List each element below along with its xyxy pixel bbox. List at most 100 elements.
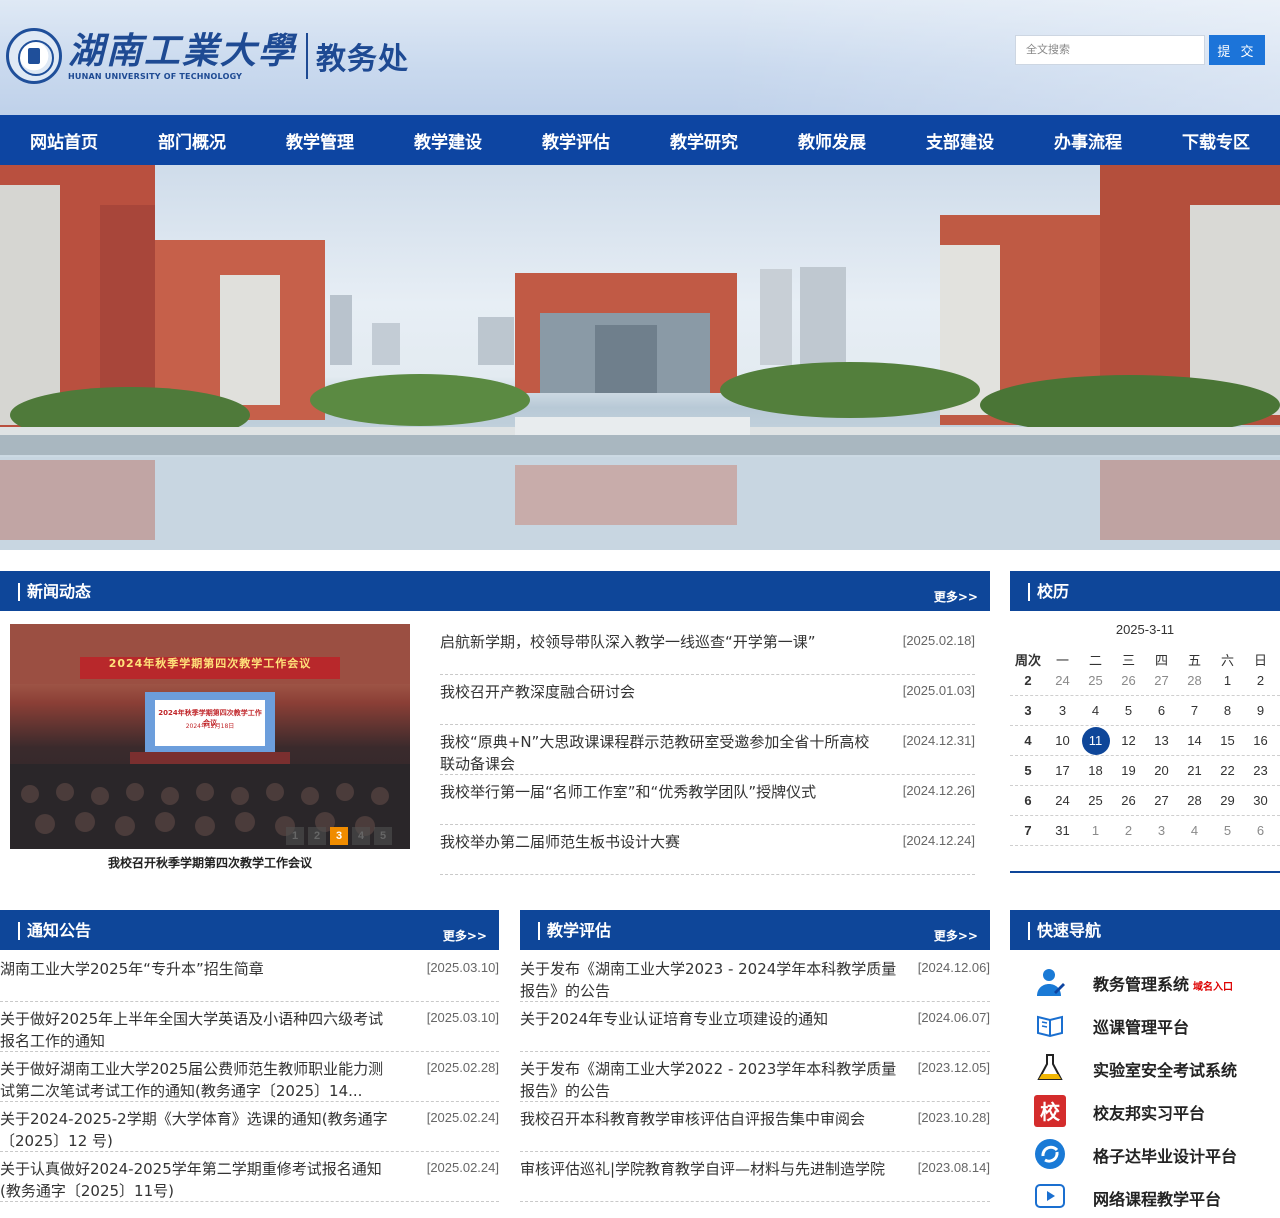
calendar-day[interactable]: 24 (1046, 666, 1079, 696)
evaluation-more-link[interactable]: 更多>> (934, 927, 978, 944)
list-item-title[interactable]: 启航新学期，校领导带队深入教学一线巡查“开学第一课” (440, 631, 880, 653)
calendar-day[interactable]: 5 (1112, 696, 1145, 726)
list-item[interactable]: 我校召开产教深度融合研讨会 [2025.01.03] (440, 675, 975, 725)
calendar-day[interactable]: 12 (1112, 726, 1145, 756)
list-item[interactable]: 我校召开本科教育教学审核评估自评报告集中审阅会 [2023.10.28] (520, 1102, 990, 1152)
slider-page-dot[interactable]: 2 (308, 827, 326, 845)
list-item-title[interactable]: 关于2024-2025-2学期《大学体育》选课的通知(教务通字〔2025〕12 … (0, 1108, 395, 1152)
nav-item[interactable]: 教学管理 (256, 115, 384, 165)
search-input[interactable] (1015, 35, 1205, 65)
list-item-title[interactable]: 关于做好湖南工业大学2025届公费师范生教师职业能力测试第二次笔试考试工作的通知… (0, 1058, 395, 1102)
nav-item[interactable]: 教学研究 (640, 115, 768, 165)
quicknav-label[interactable]: 网络课程教学平台 (1093, 1186, 1221, 1210)
list-item[interactable]: 关于做好2025年上半年全国大学英语及小语种四六级考试报名工作的通知 [2025.… (0, 1002, 499, 1052)
list-item[interactable]: 启航新学期，校领导带队深入教学一线巡查“开学第一课” [2025.02.18] (440, 625, 975, 675)
calendar-day[interactable]: 10 (1046, 726, 1079, 756)
list-item[interactable]: 我校举办第二届师范生板书设计大赛 [2024.12.24] (440, 825, 975, 875)
calendar-day[interactable]: 19 (1112, 756, 1145, 786)
notices-more-link[interactable]: 更多>> (443, 927, 487, 944)
calendar-day[interactable]: 2 (1112, 816, 1145, 846)
quicknav-label[interactable]: 巡课管理平台 (1093, 1014, 1189, 1038)
list-item-title[interactable]: 我校召开本科教育教学审核评估自评报告集中审阅会 (520, 1108, 900, 1130)
nav-item[interactable]: 教学建设 (384, 115, 512, 165)
calendar-day[interactable]: 1 (1211, 666, 1244, 696)
calendar-day[interactable]: 26 (1112, 666, 1145, 696)
quicknav-item[interactable]: 教务管理系统 域名入口 (1010, 960, 1280, 1003)
quicknav-label[interactable]: 校友邦实习平台 (1093, 1100, 1205, 1124)
list-item[interactable]: 我校“原典+N”大思政课课程群示范教研室受邀参加全省十所高校联动备课会 [2024… (440, 725, 975, 775)
calendar-day[interactable]: 28 (1178, 666, 1211, 696)
calendar-day[interactable]: 26 (1112, 786, 1145, 816)
quicknav-domain-tag[interactable]: 域名入口 (1193, 982, 1233, 993)
slider-page-dot[interactable]: 3 (330, 827, 348, 845)
nav-item[interactable]: 支部建设 (896, 115, 1024, 165)
list-item[interactable]: 我校举行第一届“名师工作室”和“优秀教学团队”授牌仪式 [2024.12.26] (440, 775, 975, 825)
quicknav-label[interactable]: 教务管理系统 域名入口 (1093, 971, 1233, 995)
list-item[interactable]: 关于2024-2025-2学期《大学体育》选课的通知(教务通字〔2025〕12 … (0, 1102, 499, 1152)
calendar-day[interactable]: 25 (1079, 666, 1112, 696)
nav-item[interactable]: 网站首页 (0, 115, 128, 165)
nav-item[interactable]: 下载专区 (1152, 115, 1280, 165)
calendar-day[interactable]: 16 (1244, 726, 1277, 756)
slider-page-dot[interactable]: 1 (286, 827, 304, 845)
list-item[interactable]: 关于发布《湖南工业大学2022 - 2023学年本科教学质量报告》的公告 [202… (520, 1052, 990, 1102)
quicknav-item[interactable]: 巡课管理平台 (1010, 1003, 1280, 1046)
quicknav-item[interactable]: 校 校友邦实习平台 (1010, 1089, 1280, 1132)
calendar-day[interactable]: 7 (1178, 696, 1211, 726)
calendar-day[interactable]: 3 (1145, 816, 1178, 846)
calendar-day[interactable]: 13 (1145, 726, 1178, 756)
nav-item[interactable]: 教学评估 (512, 115, 640, 165)
calendar-day[interactable]: 31 (1046, 816, 1079, 846)
quicknav-item[interactable]: 格子达毕业设计平台 (1010, 1132, 1280, 1175)
calendar-day[interactable]: 3 (1046, 696, 1079, 726)
submit-button[interactable]: 提 交 (1209, 35, 1265, 65)
nav-item[interactable]: 部门概况 (128, 115, 256, 165)
calendar-day[interactable]: 18 (1079, 756, 1112, 786)
calendar-day[interactable]: 20 (1145, 756, 1178, 786)
calendar-day[interactable]: 6 (1244, 816, 1277, 846)
list-item-title[interactable]: 我校举行第一届“名师工作室”和“优秀教学团队”授牌仪式 (440, 781, 880, 803)
list-item-title[interactable]: 我校“原典+N”大思政课课程群示范教研室受邀参加全省十所高校联动备课会 (440, 731, 880, 775)
slider-page-dot[interactable]: 4 (352, 827, 370, 845)
news-more-link[interactable]: 更多>> (934, 588, 978, 605)
calendar-day[interactable]: 22 (1211, 756, 1244, 786)
calendar-day[interactable]: 28 (1178, 786, 1211, 816)
list-item-title[interactable]: 关于发布《湖南工业大学2022 - 2023学年本科教学质量报告》的公告 (520, 1058, 900, 1102)
calendar-day[interactable]: 14 (1178, 726, 1211, 756)
calendar-day[interactable]: 6 (1145, 696, 1178, 726)
list-item-title[interactable]: 我校举办第二届师范生板书设计大赛 (440, 831, 880, 853)
nav-item[interactable]: 教师发展 (768, 115, 896, 165)
list-item[interactable]: 湖南工业大学2025年“专升本”招生简章 [2025.03.10] (0, 952, 499, 1002)
calendar-day[interactable]: 9 (1244, 696, 1277, 726)
calendar-day[interactable]: 30 (1244, 786, 1277, 816)
list-item-title[interactable]: 关于2024年专业认证培育专业立项建设的通知 (520, 1008, 900, 1030)
calendar-today[interactable]: 11 (1079, 726, 1112, 756)
list-item-title[interactable]: 关于发布《湖南工业大学2023 - 2024学年本科教学质量报告》的公告 (520, 958, 900, 1002)
calendar-day[interactable]: 24 (1046, 786, 1079, 816)
list-item-title[interactable]: 审核评估巡礼|学院教育教学自评—材料与先进制造学院 (520, 1158, 900, 1180)
slider-page-dot[interactable]: 5 (374, 827, 392, 845)
calendar-day[interactable]: 27 (1145, 666, 1178, 696)
calendar-day[interactable]: 21 (1178, 756, 1211, 786)
calendar-day[interactable]: 2 (1244, 666, 1277, 696)
news-photo-slider[interactable]: 2024年秋季学期第四次教学工作会议 2024年秋季学期第四次教学工作会议 20… (10, 624, 410, 849)
list-item-title[interactable]: 关于认真做好2024-2025学年第二学期重修考试报名通知(教务通字〔2025〕… (0, 1158, 395, 1202)
list-item-title[interactable]: 我校召开产教深度融合研讨会 (440, 681, 880, 703)
site-logo[interactable]: 湖南工業大學 HUNAN UNIVERSITY OF TECHNOLOGY 教务… (6, 28, 409, 84)
calendar-day[interactable]: 15 (1211, 726, 1244, 756)
calendar-day[interactable]: 25 (1079, 786, 1112, 816)
calendar-day[interactable]: 1 (1079, 816, 1112, 846)
calendar-day[interactable]: 17 (1046, 756, 1079, 786)
calendar-day[interactable]: 4 (1079, 696, 1112, 726)
news-photo-caption[interactable]: 我校召开秋季学期第四次教学工作会议 (10, 854, 410, 871)
calendar-day[interactable]: 29 (1211, 786, 1244, 816)
calendar-day[interactable]: 5 (1211, 816, 1244, 846)
quicknav-label[interactable]: 实验室安全考试系统 (1093, 1057, 1237, 1081)
list-item[interactable]: 关于2024年专业认证培育专业立项建设的通知 [2024.06.07] (520, 1002, 990, 1052)
calendar-day[interactable]: 8 (1211, 696, 1244, 726)
quicknav-item[interactable]: 网络课程教学平台 (1010, 1175, 1280, 1218)
list-item[interactable]: 关于做好湖南工业大学2025届公费师范生教师职业能力测试第二次笔试考试工作的通知… (0, 1052, 499, 1102)
quicknav-item[interactable]: 实验室安全考试系统 (1010, 1046, 1280, 1089)
list-item-title[interactable]: 关于做好2025年上半年全国大学英语及小语种四六级考试报名工作的通知 (0, 1008, 395, 1052)
calendar-day[interactable]: 23 (1244, 756, 1277, 786)
